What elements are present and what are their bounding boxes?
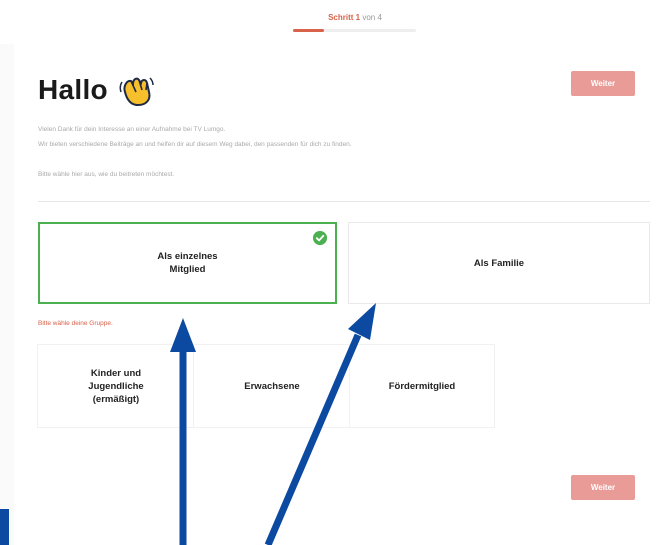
- next-button-bottom[interactable]: Weiter: [571, 475, 635, 500]
- step-label: Schritt 1 von 4: [0, 13, 664, 22]
- group-kids-label: Kinder und Jugendliche (ermäßigt): [88, 367, 144, 405]
- group-supporting[interactable]: Fördermitglied: [350, 345, 494, 427]
- group-supporting-label: Fördermitglied: [388, 380, 456, 392]
- annotation-edge-bar: [0, 509, 9, 545]
- next-button-top[interactable]: Weiter: [571, 71, 635, 96]
- option-family-label: Als Familie: [473, 257, 525, 269]
- group-kids[interactable]: Kinder und Jugendliche (ermäßigt): [38, 345, 194, 427]
- intro-line-3: Bitte wähle hier aus, wie du beitreten m…: [38, 171, 175, 178]
- step-total: von 4: [360, 13, 382, 22]
- option-family[interactable]: Als Familie: [348, 222, 650, 304]
- page: Schritt 1 von 4 Hallo Weiter Vielen Dank…: [0, 0, 664, 545]
- intro-line-1: Vielen Dank für dein Interesse an einer …: [38, 126, 226, 133]
- check-icon: [313, 231, 327, 245]
- option-single-member-label: Als einzelnes Mitglied: [157, 251, 218, 275]
- progress-fill: [293, 29, 324, 32]
- waving-hand-icon: [119, 77, 154, 107]
- page-title: Hallo: [38, 74, 108, 105]
- divider: [38, 201, 650, 202]
- step-indicator: Schritt 1 von 4: [0, 0, 664, 44]
- group-hint: Bitte wähle deine Gruppe.: [38, 320, 113, 327]
- group-adults[interactable]: Erwachsene: [194, 345, 350, 427]
- intro-line-2: Wir bieten verschiedene Beiträge an und …: [38, 141, 352, 148]
- group-adults-label: Erwachsene: [244, 380, 300, 392]
- step-current: Schritt 1: [328, 13, 361, 22]
- option-single-member[interactable]: Als einzelnes Mitglied: [38, 222, 337, 304]
